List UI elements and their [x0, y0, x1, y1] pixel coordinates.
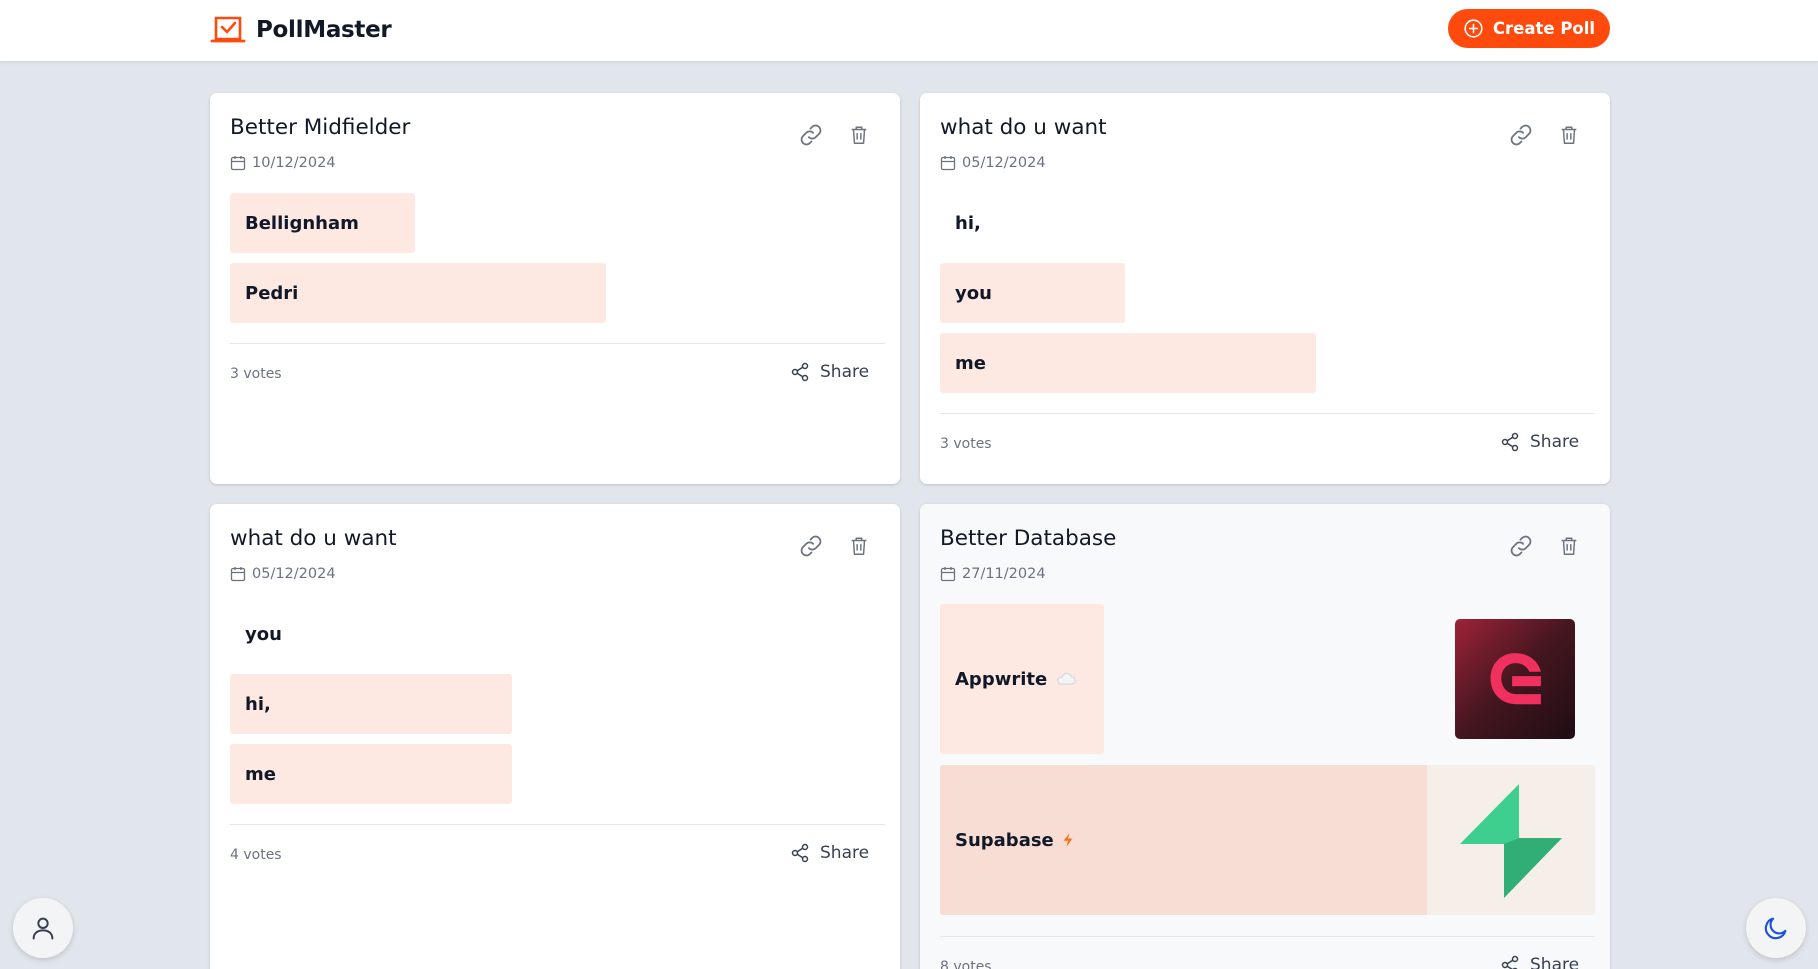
profile-button[interactable]: [13, 898, 73, 958]
calendar-icon: [940, 567, 956, 582]
option-label: you: [955, 282, 992, 304]
trash-icon: [851, 126, 867, 144]
calendar-icon: [230, 567, 246, 582]
top-navbar: PollMaster Create Poll: [0, 0, 1818, 62]
cloud-icon: [1057, 672, 1076, 685]
poll-title: what do u want: [230, 526, 397, 551]
poll-option[interactable]: you: [230, 604, 885, 664]
card-divider: [230, 343, 885, 344]
poll-title: what do u want: [940, 115, 1107, 140]
delete-poll-button[interactable]: [844, 120, 874, 150]
option-label: Bellignham: [245, 212, 359, 234]
bolt-icon: [1063, 833, 1073, 847]
option-label: Appwrite: [955, 668, 1048, 690]
share-icon: [1501, 955, 1519, 969]
delete-poll-button[interactable]: [1554, 531, 1584, 561]
option-label: hi,: [245, 693, 271, 715]
poll-option[interactable]: Bellignham: [230, 193, 885, 253]
share-icon: [1501, 432, 1519, 452]
poll-option[interactable]: you: [940, 263, 1595, 323]
copy-link-button[interactable]: [796, 531, 826, 561]
supabase-logo: [1427, 765, 1595, 915]
poll-date: 05/12/2024: [940, 155, 1046, 171]
create-poll-label: Create Poll: [1492, 19, 1596, 38]
option-vote-bar: [940, 333, 1316, 393]
poll-option[interactable]: Appwrite: [940, 604, 1595, 754]
poll-card: Better Midfielder 10/12/2024 Bellignham …: [210, 93, 900, 484]
appwrite-logo: [1455, 619, 1575, 739]
option-label: me: [245, 763, 276, 785]
share-icon: [791, 843, 809, 863]
share-button[interactable]: Share: [790, 843, 869, 863]
ballot-box-icon: [210, 15, 246, 45]
app-name: PollMaster: [256, 17, 392, 43]
link-icon: [800, 535, 822, 557]
brand[interactable]: PollMaster: [210, 13, 392, 47]
share-label: Share: [1530, 432, 1580, 452]
share-label: Share: [820, 362, 870, 382]
poll-option[interactable]: hi,: [230, 674, 885, 734]
calendar-icon: [940, 156, 956, 171]
link-icon: [1510, 124, 1532, 146]
poll-option[interactable]: Supabase: [940, 765, 1595, 915]
plus-circle-icon: [1464, 19, 1483, 38]
option-label: me: [955, 352, 986, 374]
link-icon: [1510, 535, 1532, 557]
vote-count: 3 votes: [940, 436, 992, 452]
trash-icon: [1561, 537, 1577, 555]
copy-link-button[interactable]: [1506, 120, 1536, 150]
poll-title: Better Midfielder: [230, 115, 411, 140]
card-divider: [230, 824, 885, 825]
theme-toggle-button[interactable]: [1746, 898, 1806, 958]
trash-icon: [1561, 126, 1577, 144]
delete-poll-button[interactable]: [1554, 120, 1584, 150]
poll-card: what do u want 05/12/2024 hi, you me 3 v…: [920, 93, 1610, 484]
delete-poll-button[interactable]: [844, 531, 874, 561]
link-icon: [800, 124, 822, 146]
share-button[interactable]: Share: [1500, 955, 1579, 969]
poll-date-text: 27/11/2024: [962, 566, 1046, 582]
vote-count: 3 votes: [230, 366, 282, 382]
option-label: hi,: [955, 212, 981, 234]
card-divider: [940, 936, 1595, 937]
poll-card: what do u want 05/12/2024 you hi, me 4 v…: [210, 504, 900, 969]
poll-date: 27/11/2024: [940, 566, 1046, 582]
poll-date: 05/12/2024: [230, 566, 336, 582]
vote-count: 8 votes: [940, 959, 992, 969]
create-poll-button[interactable]: Create Poll: [1448, 9, 1610, 48]
option-label: Pedri: [245, 282, 299, 304]
poll-date-text: 10/12/2024: [252, 155, 336, 171]
share-icon: [791, 362, 809, 382]
share-label: Share: [820, 843, 870, 863]
share-button[interactable]: Share: [790, 362, 869, 382]
user-icon: [32, 917, 54, 940]
card-divider: [940, 413, 1595, 414]
copy-link-button[interactable]: [796, 120, 826, 150]
poll-date-text: 05/12/2024: [962, 155, 1046, 171]
vote-count: 4 votes: [230, 847, 282, 863]
poll-option[interactable]: me: [230, 744, 885, 804]
poll-date: 10/12/2024: [230, 155, 336, 171]
poll-title: Better Database: [940, 526, 1117, 551]
calendar-icon: [230, 156, 246, 171]
poll-option[interactable]: Pedri: [230, 263, 885, 323]
option-label: Supabase: [955, 829, 1054, 851]
moon-icon: [1764, 917, 1787, 940]
share-button[interactable]: Share: [1500, 432, 1579, 452]
trash-icon: [851, 537, 867, 555]
poll-date-text: 05/12/2024: [252, 566, 336, 582]
option-label: you: [245, 623, 282, 645]
poll-card: Better Database 27/11/2024 Appwrite Supa…: [920, 504, 1610, 969]
poll-option[interactable]: me: [940, 333, 1595, 393]
share-label: Share: [1530, 955, 1580, 969]
copy-link-button[interactable]: [1506, 531, 1536, 561]
poll-option[interactable]: hi,: [940, 193, 1595, 253]
option-vote-bar: [230, 674, 512, 734]
